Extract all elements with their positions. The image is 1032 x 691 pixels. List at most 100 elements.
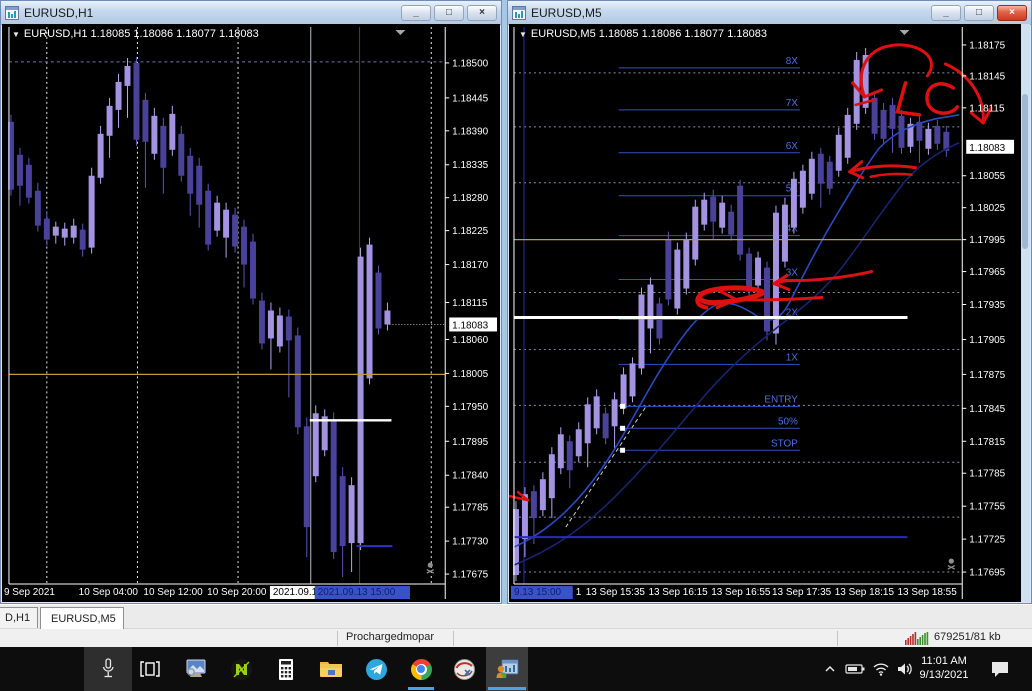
price-tick: 1.17755 — [969, 502, 1005, 513]
clock-time: 11:01 AM — [921, 655, 967, 667]
bear-candle — [285, 316, 292, 341]
notifications-icon[interactable] — [980, 647, 1020, 691]
bull-candle — [214, 202, 221, 231]
metatrader-icon[interactable] — [485, 647, 529, 691]
bull-candle — [647, 284, 654, 329]
clock-date: 9/13/2021 — [919, 669, 969, 681]
price-tick: 1.17785 — [969, 469, 1005, 480]
symbol-dropdown-icon[interactable]: ▼ — [12, 30, 20, 39]
minimize-button[interactable]: _ — [931, 4, 961, 21]
price-tick: 1.17935 — [969, 300, 1005, 311]
symbol-dropdown-icon[interactable]: ▼ — [519, 30, 527, 39]
window-eurusd-h1: EURUSD,H1 _ □ × ▼ EURUSD,H1 1.18085 1.180… — [0, 0, 502, 604]
bull-candle — [151, 115, 158, 154]
time-tick: 2021.09.13 15:00 — [318, 587, 396, 598]
price-tick: 1.18055 — [969, 171, 1005, 182]
photos-app-icon[interactable] — [174, 647, 218, 691]
bull-candle — [384, 310, 391, 325]
chrome-icon[interactable] — [399, 647, 443, 691]
bull-candle — [61, 228, 68, 238]
time-scale: 9 Sep 2021 10 Sep 04:00 10 Sep 12:00 10 Sep… — [4, 586, 410, 600]
price-tick: 1.18025 — [969, 203, 1005, 214]
bull-candle — [611, 399, 618, 427]
bear-candle — [746, 253, 753, 292]
bull-candle — [772, 212, 779, 334]
time-tick: 13 Sep 18:15 — [835, 587, 895, 598]
chart-window-icon — [512, 5, 526, 20]
bear-candle — [880, 109, 887, 139]
bull-candle — [357, 256, 364, 544]
close-button[interactable]: × — [467, 4, 497, 21]
candlestick-chart-h1[interactable]: 1.18500 1.18445 1.18390 1.18335 1.18280 1.182… — [2, 24, 500, 602]
titlebar-h1[interactable]: EURUSD,H1 _ □ × — [1, 1, 501, 25]
bull-candle — [539, 479, 546, 511]
divider — [337, 631, 338, 646]
snip-app-icon[interactable] — [442, 647, 486, 691]
bear-candle — [16, 154, 23, 186]
bear-candle — [710, 196, 717, 222]
bull-candle — [312, 413, 319, 477]
close-button[interactable]: × — [997, 4, 1027, 21]
price-tick: 1.17875 — [969, 370, 1005, 381]
current-price: 1.18083 — [452, 320, 488, 331]
tab-eurusd-h1[interactable]: D,H1 — [0, 607, 38, 628]
candlestick-chart-m5[interactable]: 8X7X6X5X4X3X2X1XENTRY50%STOP1.181751.181… — [509, 24, 1030, 602]
file-explorer-icon[interactable] — [309, 647, 353, 691]
calculator-icon[interactable] — [264, 647, 308, 691]
bear-candle — [187, 155, 194, 194]
tab-eurusd-m5[interactable]: EURUSD,M5 — [40, 607, 124, 629]
network-traffic-icon — [905, 632, 929, 645]
bear-candle — [133, 62, 140, 140]
chart-markers — [899, 29, 956, 570]
price-tick: 1.18005 — [452, 369, 488, 380]
chart-area-m5[interactable]: ▼ EURUSD,M5 1.18085 1.18086 1.18077 1.180… — [509, 24, 1030, 602]
restore-button[interactable]: □ — [434, 4, 464, 21]
level-label: 7X — [786, 98, 799, 109]
bear-candle — [665, 239, 672, 300]
running-indicator — [408, 687, 434, 690]
price-tick: 1.18500 — [452, 58, 488, 69]
restore-button[interactable]: □ — [964, 4, 994, 21]
scrollbar-thumb[interactable] — [1022, 94, 1028, 249]
time-tick: 13 Sep 16:15 — [648, 587, 708, 598]
price-tick: 1.18175 — [969, 40, 1005, 51]
bull-candle — [223, 209, 230, 238]
taskbar-clock[interactable]: 11:01 AM 9/13/2021 — [912, 654, 976, 682]
chart-area-h1[interactable]: ▼ EURUSD,H1 1.18085 1.18086 1.18077 1.180… — [2, 24, 500, 602]
task-view-icon[interactable] — [128, 647, 172, 691]
grid-lines — [46, 26, 432, 585]
ohlc-readout: ▼ EURUSD,M5 1.18085 1.18086 1.18077 1.180… — [519, 28, 767, 40]
level-label: 8X — [786, 56, 799, 67]
bear-candle — [826, 161, 833, 189]
ninjatrader-icon[interactable] — [219, 647, 263, 691]
line-handles — [620, 403, 626, 453]
price-tick: 1.17695 — [969, 568, 1005, 579]
divider — [837, 631, 838, 646]
bear-candle — [43, 218, 50, 240]
bear-candle — [871, 97, 878, 134]
taskbar: 11:01 AM 9/13/2021 1 — [0, 647, 1032, 691]
moving-averages — [513, 114, 960, 566]
time-tick: 9.13 15:00 — [514, 587, 562, 598]
current-price: 1.18083 — [969, 143, 1005, 154]
price-tick: 1.17845 — [969, 404, 1005, 415]
microphone-icon[interactable] — [86, 647, 130, 691]
price-tick: 1.17965 — [969, 267, 1005, 278]
price-tick: 1.17725 — [969, 535, 1005, 546]
bear-candle — [728, 211, 735, 235]
window-title: EURUSD,M5 — [531, 5, 602, 20]
red-marker-stroke — [925, 82, 960, 115]
level-label: 50% — [778, 416, 798, 427]
traffic-counter: 679251/81 kb — [934, 631, 1001, 643]
titlebar-m5[interactable]: EURUSD,M5 _ □ × — [508, 1, 1031, 25]
bull-candle — [584, 404, 591, 444]
minimize-button[interactable]: _ — [401, 4, 431, 21]
bull-candle — [557, 434, 564, 469]
telegram-icon[interactable] — [354, 647, 398, 691]
vertical-scrollbar[interactable] — [1021, 24, 1030, 602]
bear-candle — [34, 190, 41, 226]
bear-candle — [232, 214, 239, 247]
bear-candle — [250, 241, 256, 299]
time-tick: 13 Sep 17:35 — [772, 587, 832, 598]
bear-candle — [196, 165, 203, 205]
